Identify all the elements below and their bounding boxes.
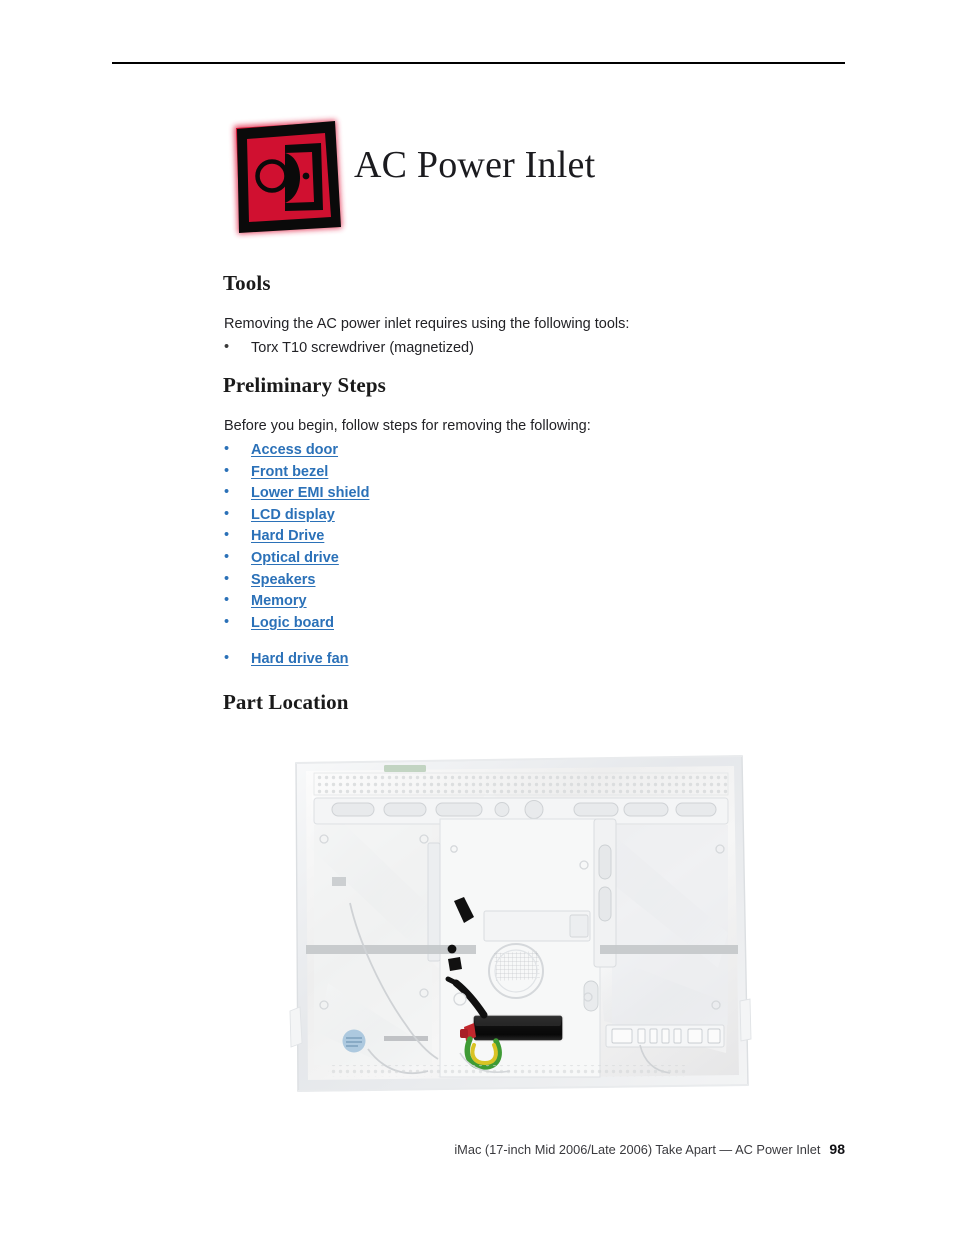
header-rule bbox=[112, 62, 845, 64]
list-item[interactable]: • Hard Drive bbox=[224, 525, 369, 547]
link-optical-drive[interactable]: Optical drive bbox=[251, 548, 339, 570]
link-logic-board[interactable]: Logic board bbox=[251, 613, 334, 635]
link-hard-drive[interactable]: Hard Drive bbox=[251, 526, 324, 548]
link-front-bezel[interactable]: Front bezel bbox=[251, 462, 328, 484]
link-hard-drive-fan[interactable]: Hard drive fan bbox=[251, 649, 349, 671]
bullet-icon: • bbox=[224, 339, 230, 355]
link-lower-emi-shield[interactable]: Lower EMI shield bbox=[251, 483, 369, 505]
chapter-icon bbox=[222, 112, 350, 242]
bullet-icon: • bbox=[224, 462, 230, 479]
link-lcd-display[interactable]: LCD display bbox=[251, 505, 335, 527]
tools-intro-text: Removing the AC power inlet requires usi… bbox=[224, 316, 630, 332]
link-memory[interactable]: Memory bbox=[251, 591, 307, 613]
list-item[interactable]: • Front bezel bbox=[224, 461, 369, 483]
page-title: AC Power Inlet bbox=[354, 144, 596, 186]
bullet-icon: • bbox=[224, 484, 230, 501]
list-item[interactable]: • Speakers bbox=[224, 569, 369, 591]
bullet-icon: • bbox=[224, 613, 230, 630]
list-item[interactable]: • Optical drive bbox=[224, 547, 369, 569]
list-item[interactable]: • Lower EMI shield bbox=[224, 482, 369, 504]
document-page: AC Power Inlet Tools Removing the AC pow… bbox=[0, 0, 954, 1235]
bullet-icon: • bbox=[224, 592, 230, 609]
preliminary-steps-intro-text: Before you begin, follow steps for remov… bbox=[224, 418, 591, 434]
section-heading-preliminary-steps: Preliminary Steps bbox=[223, 373, 386, 397]
list-item[interactable]: • LCD display bbox=[224, 504, 369, 526]
list-item[interactable]: • Access door bbox=[224, 439, 369, 461]
part-location-photo bbox=[288, 753, 752, 1097]
list-item[interactable]: • Logic board bbox=[224, 612, 369, 634]
preliminary-steps-list: • Access door • Front bezel • Lower EMI … bbox=[224, 439, 369, 670]
bullet-icon: • bbox=[224, 527, 230, 544]
tools-item-label: Torx T10 screwdriver (magnetized) bbox=[251, 340, 474, 356]
link-access-door[interactable]: Access door bbox=[251, 440, 338, 462]
page-number: 98 bbox=[829, 1141, 845, 1157]
bullet-icon: • bbox=[224, 505, 230, 522]
section-heading-part-location: Part Location bbox=[223, 690, 349, 714]
list-item[interactable]: • Memory bbox=[224, 590, 369, 612]
list-item[interactable]: • Hard drive fan bbox=[224, 648, 369, 670]
tools-list: • Torx T10 screwdriver (magnetized) bbox=[224, 337, 474, 359]
section-heading-tools: Tools bbox=[223, 271, 271, 295]
page-footer: iMac (17-inch Mid 2006/Late 2006) Take A… bbox=[0, 1141, 845, 1157]
bullet-icon: • bbox=[224, 548, 230, 565]
bullet-icon: • bbox=[224, 441, 230, 457]
footer-text: iMac (17-inch Mid 2006/Late 2006) Take A… bbox=[454, 1142, 821, 1157]
bullet-icon: • bbox=[224, 570, 230, 587]
list-item: • Torx T10 screwdriver (magnetized) bbox=[224, 337, 474, 359]
bullet-icon: • bbox=[224, 650, 230, 667]
link-speakers[interactable]: Speakers bbox=[251, 570, 316, 592]
